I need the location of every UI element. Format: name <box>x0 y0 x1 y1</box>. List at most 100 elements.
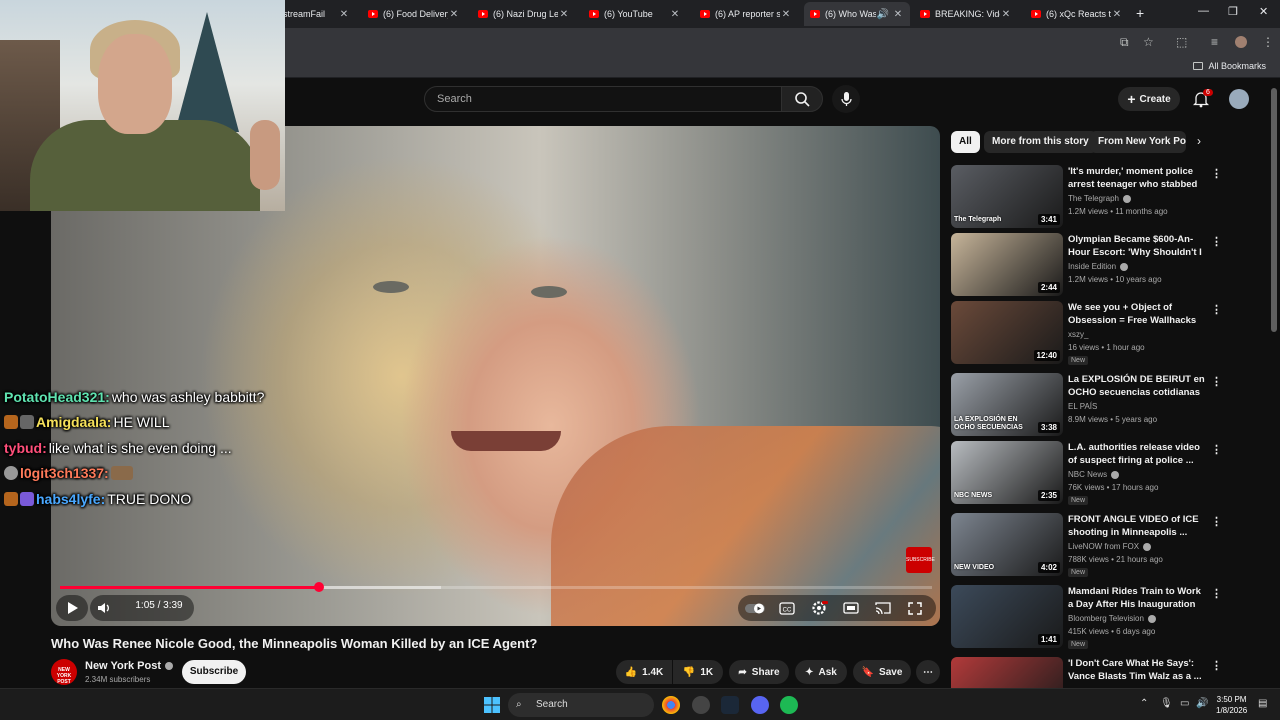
seek-bar[interactable] <box>60 582 932 592</box>
recommendation-title[interactable]: FRONT ANGLE VIDEO of ICE shooting in Min… <box>1068 513 1206 539</box>
more-actions-button[interactable]: ⋯ <box>916 660 940 684</box>
taskbar-search[interactable]: Search <box>508 693 654 717</box>
all-bookmarks[interactable]: All Bookmarks <box>1193 61 1266 71</box>
tab-close-icon[interactable]: ✕ <box>669 9 681 20</box>
subscribe-watermark[interactable]: SUBSCRIBE <box>906 547 935 573</box>
video-thumbnail[interactable]: LA EXPLOSIÓN EN OCHO SECUENCIAS 3:38 <box>951 373 1063 436</box>
notifications-center-icon[interactable]: ▤ <box>1258 698 1267 709</box>
chip-all[interactable]: All <box>951 131 980 153</box>
tab-close-icon[interactable]: ✕ <box>1000 9 1012 20</box>
recommendation-channel[interactable]: Bloomberg Television <box>1068 614 1156 623</box>
tab-close-icon[interactable]: ✕ <box>1111 9 1123 20</box>
recommendation-item[interactable]: LA EXPLOSIÓN EN OCHO SECUENCIAS 3:38 La EX… <box>951 373 1222 437</box>
video-thumbnail[interactable]: The Telegraph 3:41 <box>951 165 1063 228</box>
obs-icon[interactable] <box>692 696 710 714</box>
recommendation-channel[interactable]: The Telegraph <box>1068 194 1131 203</box>
steam-icon[interactable] <box>721 696 739 714</box>
tray-overflow-icon[interactable]: ⌃ <box>1140 698 1148 709</box>
install-app-icon[interactable]: ⧉ <box>1120 35 1129 50</box>
recommendation-title[interactable]: Olympian Became $600-An-Hour Escort: 'Wh… <box>1068 233 1206 259</box>
recommendation-title[interactable]: 'I Don't Care What He Says': Vance Blast… <box>1068 657 1206 683</box>
ask-button[interactable]: ✦ Ask <box>795 660 847 684</box>
mic-tray-icon[interactable]: 🎙 <box>1160 698 1173 709</box>
search-input[interactable]: Search <box>424 86 782 112</box>
chip-from-channel[interactable]: From New York Post <box>1090 131 1186 153</box>
spotify-icon[interactable] <box>780 696 798 714</box>
autoplay-toggle-icon[interactable] <box>744 600 768 616</box>
cast-icon[interactable] <box>874 600 892 616</box>
video-thumbnail[interactable]: NEW VIDEO 4:02 <box>951 513 1063 576</box>
video-thumbnail[interactable]: 2:44 <box>951 233 1063 296</box>
minimize-icon[interactable]: — <box>1198 5 1209 17</box>
profile-icon[interactable] <box>1235 36 1247 48</box>
settings-gear-icon[interactable] <box>810 600 828 616</box>
more-vertical-icon[interactable]: ⋮ <box>1211 443 1222 456</box>
more-vertical-icon[interactable]: ⋮ <box>1211 167 1222 180</box>
more-vertical-icon[interactable]: ⋮ <box>1211 587 1222 600</box>
tab-2[interactable]: (6) Food Delivery ✕ <box>362 2 466 26</box>
new-tab-icon[interactable]: + <box>1136 5 1144 21</box>
close-window-icon[interactable]: ✕ <box>1259 5 1268 18</box>
browser-menu-icon[interactable]: ⋮ <box>1262 35 1274 49</box>
recommendation-item[interactable]: 1:41 Mamdani Rides Train to Work a Day Af… <box>951 585 1222 649</box>
speaker-icon[interactable]: 🔊 <box>876 9 890 20</box>
chrome-icon[interactable] <box>662 696 680 714</box>
tab-close-icon[interactable]: ✕ <box>892 9 904 20</box>
bookmark-star-icon[interactable]: ☆ <box>1143 35 1154 49</box>
recommendation-channel[interactable]: Inside Edition <box>1068 262 1129 271</box>
recommendation-channel[interactable]: LiveNOW from FOX <box>1068 542 1152 551</box>
create-button[interactable]: + Create <box>1118 87 1180 111</box>
tab-8[interactable]: (6) xQc Reacts to ✕ <box>1025 2 1129 26</box>
dislike-button[interactable]: 👎 1K <box>673 660 723 684</box>
tab-close-icon[interactable]: ✕ <box>338 9 350 20</box>
tab-7[interactable]: BREAKING: Video ✕ <box>914 2 1018 26</box>
recommendation-title[interactable]: We see you + Object of Obsession = Free … <box>1068 301 1206 327</box>
speaker-tray-icon[interactable]: 🔊 <box>1196 698 1208 709</box>
tab-close-icon[interactable]: ✕ <box>558 9 570 20</box>
theater-mode-icon[interactable] <box>842 600 860 616</box>
page-scrollbar[interactable] <box>1271 88 1277 332</box>
fullscreen-icon[interactable] <box>906 600 924 616</box>
video-thumbnail[interactable]: 12:40 <box>951 301 1063 364</box>
video-thumbnail[interactable]: 1:41 <box>951 585 1063 648</box>
voice-search-button[interactable] <box>832 85 860 113</box>
more-vertical-icon[interactable]: ⋮ <box>1211 303 1222 316</box>
extensions-icon[interactable]: ⬚ <box>1176 35 1187 49</box>
chevron-right-icon[interactable]: › <box>1197 134 1201 148</box>
channel-name[interactable]: New York Post <box>85 660 174 672</box>
channel-avatar[interactable]: NEW YORK POST <box>51 659 77 685</box>
restore-icon[interactable]: ❐ <box>1228 5 1238 18</box>
recommendation-title[interactable]: La EXPLOSIÓN DE BEIRUT en OCHO secuencia… <box>1068 373 1206 399</box>
tab-close-icon[interactable]: ✕ <box>780 9 792 20</box>
taskbar-clock[interactable]: 3:50 PM 1/8/2026 <box>1216 694 1247 716</box>
share-button[interactable]: ➦ Share <box>729 660 789 684</box>
recommendation-channel[interactable]: xszy_ <box>1068 330 1088 339</box>
recommendation-item[interactable]: The Telegraph 3:41 'It's murder,' moment p… <box>951 165 1222 229</box>
subscribe-button[interactable]: Subscribe <box>182 660 246 684</box>
video-thumbnail[interactable]: NBC NEWS 2:35 <box>951 441 1063 504</box>
tab-5[interactable]: (6) AP reporter sh ✕ <box>694 2 798 26</box>
like-button[interactable]: 👍 1.4K <box>616 660 672 684</box>
tab-4[interactable]: (6) YouTube ✕ <box>583 2 687 26</box>
windows-start-icon[interactable] <box>484 697 500 713</box>
recommendation-channel[interactable]: EL PAÍS <box>1068 402 1097 411</box>
recommendation-item[interactable]: 2:44 Olympian Became $600-An-Hour Escort:… <box>951 233 1222 297</box>
tab-6-active[interactable]: (6) Who Was 🔊 ✕ <box>804 2 910 26</box>
discord-icon[interactable] <box>751 696 769 714</box>
search-button[interactable] <box>781 86 823 112</box>
captions-icon[interactable]: CC <box>778 600 796 616</box>
recommendation-item[interactable]: NEW VIDEO 4:02 FRONT ANGLE VIDEO of ICE sh… <box>951 513 1222 577</box>
recommendation-title[interactable]: 'It's murder,' moment police arrest teen… <box>1068 165 1206 191</box>
reading-list-icon[interactable]: ≡ <box>1211 35 1218 49</box>
recommendation-item[interactable]: 12:40 We see you + Object of Obsession = … <box>951 301 1222 365</box>
save-button[interactable]: 🔖 Save <box>853 660 911 684</box>
tab-close-icon[interactable]: ✕ <box>448 9 460 20</box>
more-vertical-icon[interactable]: ⋮ <box>1211 235 1222 248</box>
recommendation-title[interactable]: Mamdani Rides Train to Work a Day After … <box>1068 585 1206 611</box>
scrubber-handle[interactable] <box>313 582 324 592</box>
network-icon[interactable]: ▭ <box>1180 698 1189 709</box>
play-icon[interactable] <box>64 600 80 616</box>
more-vertical-icon[interactable]: ⋮ <box>1211 659 1222 672</box>
recommendation-channel[interactable]: NBC News <box>1068 470 1120 479</box>
volume-icon[interactable] <box>96 600 114 616</box>
